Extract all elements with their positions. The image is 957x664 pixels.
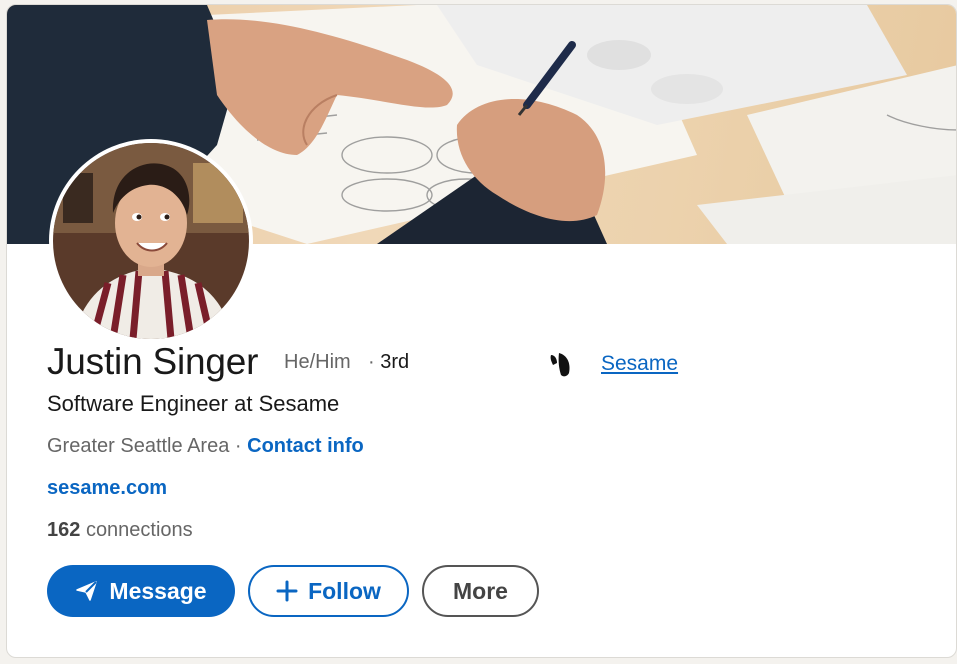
sesame-logo-icon[interactable] [547, 351, 575, 379]
message-label: Message [109, 577, 207, 604]
profile-location: Greater Seattle Area [47, 435, 230, 457]
location-separator: · [234, 435, 242, 457]
profile-card: Justin Singer He/Him · 3rd Sesame Softwa… [6, 4, 957, 658]
company-link[interactable]: Sesame [601, 352, 678, 376]
send-icon [75, 579, 99, 603]
contact-info-link[interactable]: Contact info [247, 435, 364, 457]
follow-label: Follow [308, 577, 381, 604]
more-label: More [453, 577, 508, 604]
profile-name: Justin Singer [47, 341, 259, 382]
degree-separator: · [368, 351, 375, 373]
more-button[interactable]: More [422, 565, 539, 617]
profile-pronouns: He/Him [284, 351, 351, 374]
message-button[interactable]: Message [47, 565, 235, 617]
profile-headline: Software Engineer at Sesame [47, 391, 340, 416]
connections-count[interactable]: 162 connections [47, 519, 193, 542]
follow-button[interactable]: Follow [248, 565, 409, 617]
pronouns-text: He/Him [284, 351, 351, 373]
location-row: Greater Seattle Area · Contact info [47, 435, 364, 458]
degree-text: 3rd [380, 351, 410, 373]
avatar-photo [53, 143, 249, 339]
plus-icon [276, 580, 298, 602]
website-link[interactable]: sesame.com [47, 477, 167, 500]
profile-avatar[interactable] [49, 139, 253, 343]
connections-label: connections [85, 519, 193, 541]
connections-number: 162 [47, 519, 81, 541]
connection-degree: · 3rd [368, 351, 409, 374]
